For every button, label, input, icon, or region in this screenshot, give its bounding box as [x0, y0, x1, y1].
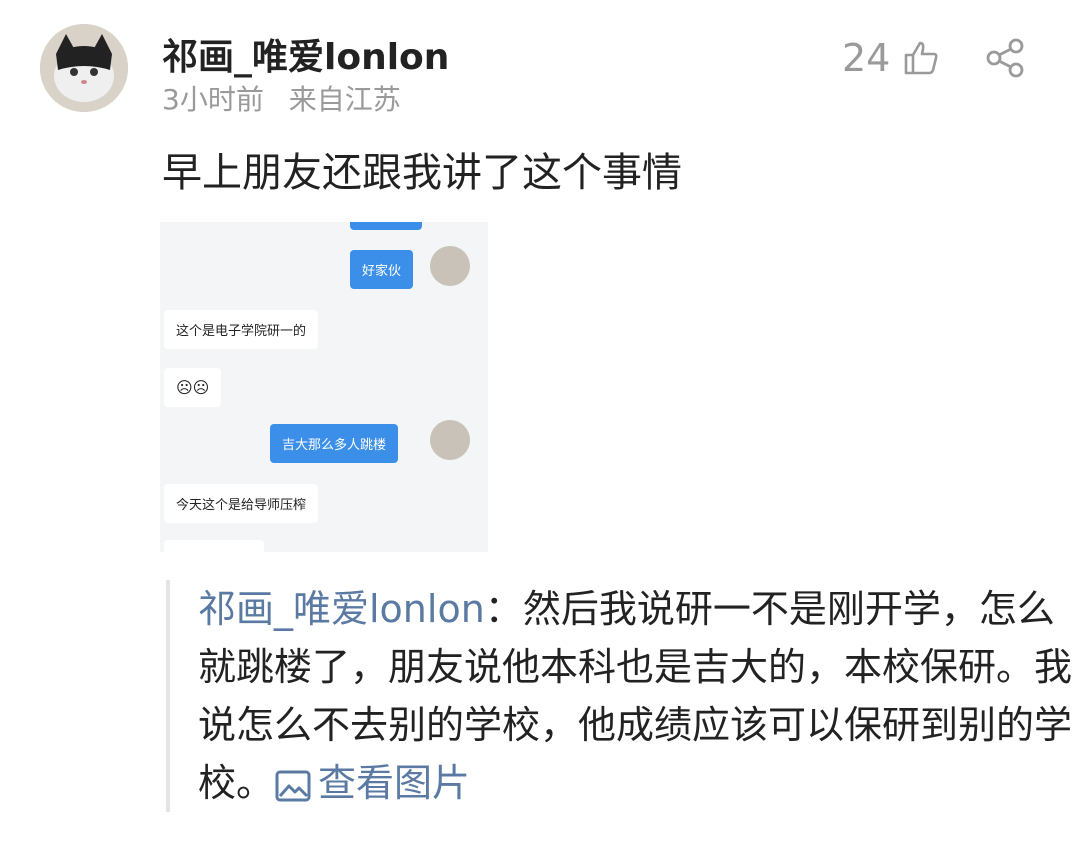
cut-bubble	[164, 540, 264, 552]
comment-text: 早上朋友还跟我讲了这个事情	[162, 150, 682, 196]
share-icon	[986, 38, 1024, 78]
chat-bubble: 吉大那么多人跳楼	[270, 424, 399, 463]
post-meta: 3小时前 来自江苏	[162, 78, 401, 118]
chat-bubble: 好家伙	[350, 250, 414, 289]
username[interactable]: 祁画_唯爱lonlon	[162, 28, 449, 80]
reply-separator: ：	[484, 587, 523, 631]
chat-avatar	[430, 246, 470, 286]
thumb-up-icon	[905, 41, 938, 75]
image-icon	[275, 770, 311, 801]
avatar[interactable]	[40, 24, 128, 112]
cat-avatar-image	[40, 24, 128, 112]
chat-bubble: 今天这个是给导师压榨	[164, 484, 319, 523]
chat-bubble: 这个是电子学院研一的	[164, 310, 319, 349]
view-image-link[interactable]: 查看图片	[274, 761, 470, 805]
post-time: 3小时前	[162, 83, 264, 116]
chat-avatar	[430, 420, 470, 460]
like-button[interactable]: 24	[842, 36, 940, 80]
reply-quote[interactable]: 祁画_唯爱lonlon：然后我说研一不是刚开学，怎么就跳楼了，朋友说他本科也是吉…	[166, 580, 1072, 812]
cut-bubble	[350, 222, 422, 230]
chat-emoji-bubble: ☹☹	[164, 368, 222, 407]
reply-author[interactable]: 祁画_唯爱lonlon	[198, 587, 485, 631]
like-count: 24	[842, 36, 891, 80]
post-location: 来自江苏	[288, 83, 401, 116]
share-button[interactable]	[984, 36, 1028, 84]
attached-chat-screenshot[interactable]: 好家伙 这个是电子学院研一的 ☹☹ 吉大那么多人跳楼 今天这个是给导师压榨	[160, 222, 488, 552]
view-image-label: 查看图片	[318, 761, 471, 805]
